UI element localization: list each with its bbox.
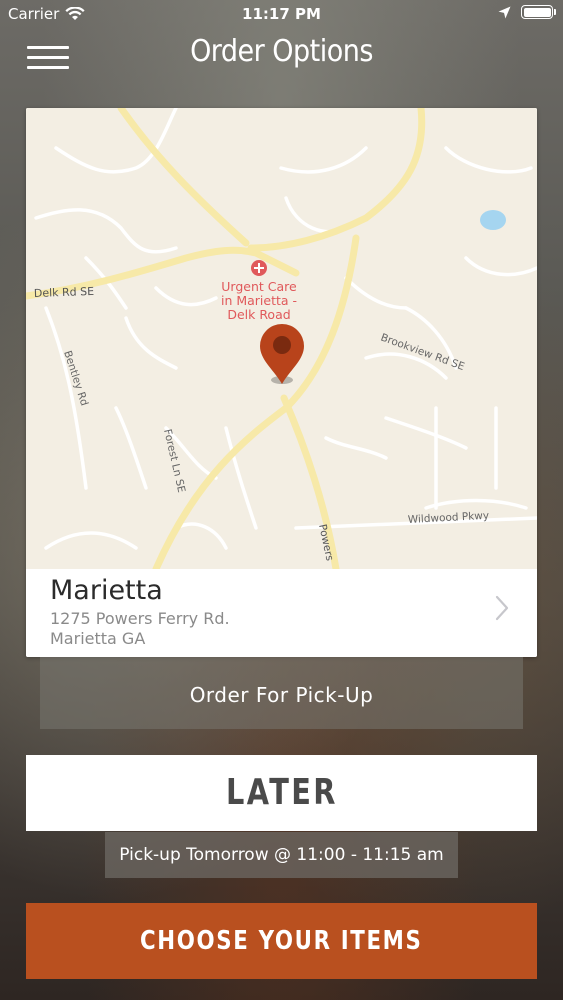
location-arrow-icon: [498, 6, 511, 18]
store-card: Urgent Care in Marietta - Delk Road Delk…: [26, 108, 537, 657]
nav-bar: Order Options: [0, 30, 563, 80]
pickup-time-label: Pick-up Tomorrow @ 11:00 - 11:15 am: [105, 832, 458, 878]
page-title: Order Options: [190, 34, 373, 69]
order-type-selector[interactable]: Order For Pick-Up: [40, 657, 523, 729]
pond: [480, 210, 506, 230]
status-right: [498, 5, 556, 19]
store-name: Marietta: [50, 575, 163, 606]
choose-items-label: CHOOSE YOUR ITEMS: [140, 926, 423, 956]
later-button[interactable]: LATER: [26, 755, 537, 831]
store-address-line1: 1275 Powers Ferry Rd.: [50, 609, 230, 628]
chevron-right-icon: [495, 595, 509, 621]
map-poi-label-3: Delk Road: [227, 307, 290, 322]
choose-items-button[interactable]: CHOOSE YOUR ITEMS: [26, 903, 537, 979]
map-label-delk: Delk Rd SE: [34, 285, 95, 300]
map-poi-label-2: in Marietta -: [221, 293, 297, 308]
store-map[interactable]: Urgent Care in Marietta - Delk Road Delk…: [26, 108, 537, 569]
battery-icon: [521, 5, 556, 19]
status-bar: Carrier 11:17 PM: [0, 0, 563, 30]
status-time: 11:17 PM: [242, 5, 321, 23]
map-poi-label-1: Urgent Care: [221, 279, 297, 294]
store-address-line2: Marietta GA: [50, 629, 146, 648]
store-location-row[interactable]: Marietta 1275 Powers Ferry Rd. Marietta …: [26, 569, 537, 657]
later-button-label: LATER: [225, 772, 338, 813]
poi-urgent-care-icon: [251, 260, 267, 276]
map-graphic: Urgent Care in Marietta - Delk Road Delk…: [26, 108, 537, 569]
